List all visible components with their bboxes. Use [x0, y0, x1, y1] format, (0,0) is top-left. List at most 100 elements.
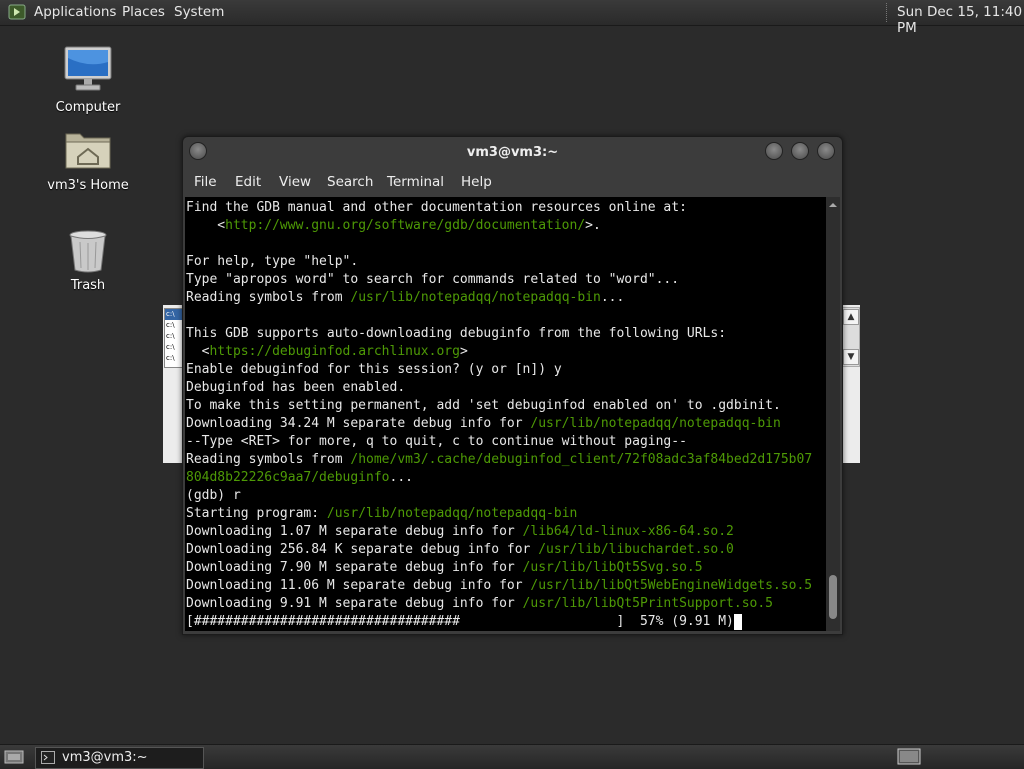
window-title: vm3@vm3:~: [466, 145, 559, 160]
scroll-down-icon[interactable]: ▼: [843, 349, 859, 365]
menu-search[interactable]: Search: [327, 174, 373, 190]
minimize-icon[interactable]: [765, 142, 783, 160]
terminal-line: 804d8b22226c9aa7/debuginfo...: [186, 469, 413, 487]
terminal-text: Type "apropos word" to search for comman…: [186, 272, 680, 287]
desktop-icon-label: vm3's Home: [47, 178, 129, 193]
terminal-line: Downloading 11.06 M separate debug info …: [186, 577, 812, 595]
terminal-line: [################################## ] 57…: [186, 613, 742, 631]
scroll-up-icon[interactable]: ▲: [843, 309, 859, 325]
clock[interactable]: Sun Dec 15, 11:40 PM: [897, 4, 1024, 36]
terminal-text: To make this setting permanent, add 'set…: [186, 398, 781, 413]
terminal-text: (gdb) r: [186, 488, 241, 503]
terminal-menubar: File Edit View Search Terminal Help: [183, 168, 842, 196]
show-desktop-icon[interactable]: [4, 749, 24, 765]
terminal-cursor: [733, 613, 742, 630]
terminal-path-text: https://debuginfod.archlinux.org: [209, 344, 460, 359]
home-folder-icon: [65, 133, 111, 169]
terminal-path-text: /usr/lib/libuchardet.so.0: [538, 542, 734, 557]
trash-icon: [69, 230, 107, 273]
terminal-text: Downloading 1.07 M separate debug info f…: [186, 524, 523, 539]
applications-icon[interactable]: [8, 4, 26, 20]
bottom-panel: vm3@vm3:~: [0, 744, 1024, 769]
terminal-text: <: [186, 218, 226, 233]
top-panel: Applications Places System Sun Dec 15, 1…: [0, 0, 1024, 36]
terminal-line: <https://debuginfod.archlinux.org>: [186, 343, 468, 361]
terminal-path-text: /usr/lib/notepadqq/notepadqq-bin: [326, 506, 578, 521]
applications-menu[interactable]: Applications: [34, 4, 116, 20]
terminal-text: Debuginfod has been enabled.: [186, 380, 406, 395]
terminal-line: Find the GDB manual and other documentat…: [186, 199, 687, 217]
terminal-text: Reading symbols from: [186, 290, 351, 305]
terminal-path-text: 804d8b22226c9aa7/debuginfo: [186, 470, 390, 485]
terminal-text: Downloading 11.06 M separate debug info …: [186, 578, 531, 593]
terminal-path-text: http://www.gnu.org/software/gdb/document…: [225, 218, 586, 233]
workspace-switcher-icon[interactable]: [897, 748, 923, 766]
terminal-text: Downloading 9.91 M separate debug info f…: [186, 596, 523, 611]
terminal-path-text: /home/vm3/.cache/debuginfod_client/72f08…: [350, 452, 813, 467]
terminal-text: ...: [600, 290, 625, 305]
terminal-line: Downloading 34.24 M separate debug info …: [186, 415, 781, 433]
close-icon[interactable]: [817, 142, 835, 160]
maximize-icon[interactable]: [791, 142, 809, 160]
window-titlebar[interactable]: vm3@vm3:~: [183, 137, 842, 167]
terminal-path-text: /usr/lib/notepadqq/notepadqq-bin: [350, 290, 601, 305]
terminal-scrollbar[interactable]: [826, 197, 840, 631]
menu-terminal[interactable]: Terminal: [387, 174, 444, 190]
terminal-path-text: /usr/lib/notepadqq/notepadqq-bin: [530, 416, 781, 431]
terminal-window[interactable]: vm3@vm3:~ File Edit View Search Terminal…: [182, 136, 843, 635]
terminal-line: For help, type "help".: [186, 253, 358, 271]
terminal-text: Enable debuginfod for this session? (y o…: [186, 362, 562, 377]
terminal-line: Debuginfod has been enabled.: [186, 379, 405, 397]
menu-view[interactable]: View: [279, 174, 311, 190]
terminal-line: Type "apropos word" to search for comman…: [186, 271, 679, 289]
terminal-text: --Type <RET> for more, q to quit, c to c…: [186, 434, 687, 449]
terminal-text: [################################## ] 57…: [186, 614, 734, 629]
places-menu[interactable]: Places: [122, 4, 165, 20]
desktop-icon-label: Computer: [55, 100, 121, 115]
terminal-text: Find the GDB manual and other documentat…: [186, 200, 687, 215]
desktop-icon-home[interactable]: vm3's Home: [38, 126, 138, 193]
desktop-icon-computer[interactable]: Computer: [38, 44, 138, 115]
terminal-line: Starting program: /usr/lib/notepadqq/not…: [186, 505, 577, 523]
terminal-text: >.: [585, 218, 601, 233]
terminal-line: This GDB supports auto-downloading debug…: [186, 325, 726, 343]
terminal-text: Starting program:: [186, 506, 327, 521]
terminal-path-text: /usr/lib/libQt5Svg.so.5: [522, 560, 703, 575]
taskbar-window-button[interactable]: vm3@vm3:~: [35, 747, 204, 769]
terminal-line: Downloading 9.91 M separate debug info f…: [186, 595, 773, 613]
menu-file[interactable]: File: [194, 174, 217, 190]
terminal-line: --Type <RET> for more, q to quit, c to c…: [186, 433, 687, 451]
terminal-line: (gdb) r: [186, 487, 241, 505]
terminal-text: <: [186, 344, 210, 359]
terminal-icon: [41, 751, 55, 764]
terminal-line: To make this setting permanent, add 'set…: [186, 397, 781, 415]
scrollbar-thumb[interactable]: [829, 575, 837, 619]
desktop-icon-trash[interactable]: Trash: [38, 228, 138, 293]
terminal-line: Enable debuginfod for this session? (y o…: [186, 361, 562, 379]
terminal-path-text: /lib64/ld-linux-x86-64.so.2: [522, 524, 734, 539]
scroll-up-icon[interactable]: [826, 199, 840, 211]
terminal-path-text: /usr/lib/libQt5PrintSupport.so.5: [522, 596, 773, 611]
taskbar-window-label: vm3@vm3:~: [62, 750, 148, 765]
terminal-text: Downloading 7.90 M separate debug info f…: [186, 560, 523, 575]
terminal-line: Reading symbols from /home/vm3/.cache/de…: [186, 451, 812, 469]
terminal-text: Reading symbols from: [186, 452, 351, 467]
terminal-text: Downloading 34.24 M separate debug info …: [186, 416, 531, 431]
computer-icon: [64, 46, 112, 91]
terminal-line: Downloading 1.07 M separate debug info f…: [186, 523, 734, 541]
terminal-text: This GDB supports auto-downloading debug…: [186, 326, 727, 341]
terminal-line: <http://www.gnu.org/software/gdb/documen…: [186, 217, 601, 235]
system-menu[interactable]: System: [174, 4, 224, 20]
menu-help[interactable]: Help: [461, 174, 492, 190]
terminal-line: Reading symbols from /usr/lib/notepadqq/…: [186, 289, 624, 307]
background-window-scrollbar[interactable]: ▲ ▼: [841, 307, 860, 367]
terminal-text: Downloading 256.84 K separate debug info…: [186, 542, 539, 557]
menu-edit[interactable]: Edit: [235, 174, 261, 190]
desktop-icon-label: Trash: [70, 278, 106, 293]
terminal-text: ...: [389, 470, 413, 485]
terminal-output[interactable]: Find the GDB manual and other documentat…: [185, 197, 826, 631]
terminal-path-text: /usr/lib/libQt5WebEngineWidgets.so.5: [530, 578, 813, 593]
terminal-line: Downloading 7.90 M separate debug info f…: [186, 559, 703, 577]
terminal-text: For help, type "help".: [186, 254, 359, 269]
terminal-text: >: [459, 344, 468, 359]
